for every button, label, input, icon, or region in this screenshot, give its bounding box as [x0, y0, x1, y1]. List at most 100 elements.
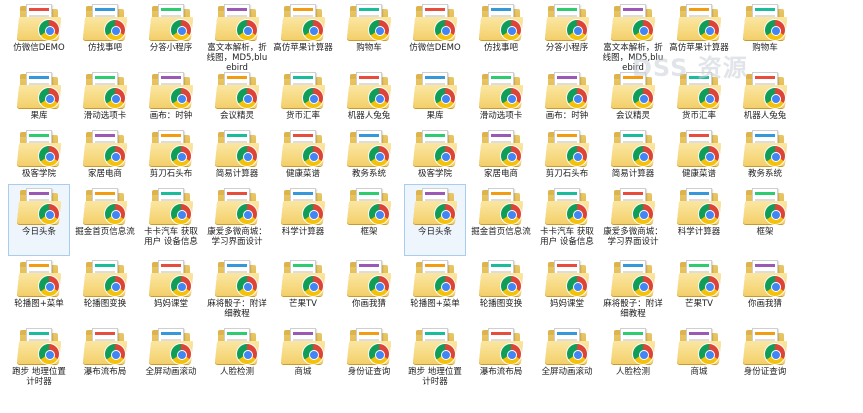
chrome-icon [632, 145, 654, 167]
folder-item[interactable]: 机器人兔兔 [338, 68, 400, 126]
folder-item[interactable]: 会议精灵 [206, 68, 268, 126]
folder-item[interactable]: 康爱多微商城：学习界面设计 [602, 184, 664, 256]
folder-icon [478, 129, 524, 167]
folder-item[interactable]: 麻将骰子：附详细教程 [206, 256, 268, 324]
folder-icon [214, 71, 260, 109]
folder-item[interactable]: 购物车 [338, 0, 400, 68]
folder-icon [610, 187, 656, 225]
folder-item[interactable]: 分答小程序 [536, 0, 598, 68]
folder-label: 掘金首页信息流 [75, 227, 135, 237]
folder-icon [610, 71, 656, 109]
folder-item[interactable]: 货币汇率 [272, 68, 334, 126]
folder-item[interactable]: 身份证查询 [338, 324, 400, 390]
folder-item[interactable]: 芒果TV [272, 256, 334, 324]
folder-item[interactable]: 分答小程序 [140, 0, 202, 68]
folder-item[interactable]: 跑步 地理位置 计时器 [8, 324, 70, 390]
folder-label: 人脸检测 [615, 367, 650, 377]
folder-item[interactable]: 健康菜谱 [668, 126, 730, 184]
folder-icon [346, 259, 392, 297]
folder-icon [82, 187, 128, 225]
folder-item[interactable]: 跑步 地理位置 计时器 [404, 324, 466, 390]
folder-icon [742, 259, 788, 297]
folder-icon [742, 327, 788, 365]
chrome-icon [566, 19, 588, 41]
folder-item[interactable]: 仿微信DEMO [404, 0, 466, 68]
folder-label: 卡卡汽车 获取用户 设备信息 [540, 227, 594, 247]
folder-item[interactable]: 会议精灵 [602, 68, 664, 126]
folder-item[interactable]: 身份证查询 [734, 324, 796, 390]
folder-item[interactable]: 轮播图变换 [470, 256, 532, 324]
folder-item[interactable]: 富文本解析，折线图，MD5,bluebird [206, 0, 268, 73]
folder-label: 剪刀石头布 [545, 169, 589, 179]
folder-item[interactable]: 极客学院 [8, 126, 70, 184]
folder-item[interactable]: 教务系统 [338, 126, 400, 184]
folder-item[interactable]: 商城 [668, 324, 730, 390]
folder-item[interactable]: 瀑布流布局 [74, 324, 136, 390]
folder-item[interactable]: 简易计算器 [602, 126, 664, 184]
chrome-icon [170, 275, 192, 297]
folder-item[interactable]: 滑动选项卡 [74, 68, 136, 126]
folder-item[interactable]: 麻将骰子：附详细教程 [602, 256, 664, 324]
folder-label: 商城 [294, 367, 312, 377]
folder-item[interactable]: 你画我猜 [734, 256, 796, 324]
folder-icon [82, 3, 128, 41]
folder-item[interactable]: 家居电商 [74, 126, 136, 184]
folder-item[interactable]: 妈妈课堂 [536, 256, 598, 324]
folder-item[interactable]: 果库 [404, 68, 466, 126]
folder-item[interactable]: 教务系统 [734, 126, 796, 184]
folder-item[interactable]: 轮播图+菜单 [404, 256, 466, 324]
folder-item[interactable]: 人脸检测 [602, 324, 664, 390]
folder-item[interactable]: 仿微信DEMO [8, 0, 70, 68]
chrome-icon [764, 145, 786, 167]
folder-item[interactable]: 家居电商 [470, 126, 532, 184]
chrome-icon [170, 87, 192, 109]
folder-item[interactable]: 轮播图+菜单 [8, 256, 70, 324]
folder-item[interactable]: 高仿苹果计算器 [272, 0, 334, 68]
folder-item[interactable]: 货币汇率 [668, 68, 730, 126]
folder-item[interactable]: 高仿苹果计算器 [668, 0, 730, 68]
folder-item[interactable]: 人脸检测 [206, 324, 268, 390]
folder-item[interactable]: 机器人兔兔 [734, 68, 796, 126]
folder-item[interactable]: 富文本解析，折线图，MD5,bluebird [602, 0, 664, 73]
folder-item[interactable]: 康爱多微商城：学习界面设计 [206, 184, 268, 256]
folder-item[interactable]: 今日头条 [404, 184, 466, 256]
folder-item[interactable]: 剪刀石头布 [140, 126, 202, 184]
folder-item[interactable]: 商城 [272, 324, 334, 390]
folder-item[interactable]: 掘金首页信息流 [74, 184, 136, 256]
folder-item[interactable]: 滑动选项卡 [470, 68, 532, 126]
folder-item[interactable]: 妈妈课堂 [140, 256, 202, 324]
chrome-icon [500, 203, 522, 225]
chrome-icon [302, 275, 324, 297]
folder-item[interactable]: 框架 [338, 184, 400, 256]
folder-item[interactable]: 轮播图变换 [74, 256, 136, 324]
folder-label: 画布：时钟 [545, 111, 589, 121]
folder-item[interactable]: 画布：时钟 [140, 68, 202, 126]
folder-item[interactable]: 瀑布流布局 [470, 324, 532, 390]
folder-item[interactable]: 科学计算器 [272, 184, 334, 256]
folder-item[interactable]: 全屏动画滚动 [140, 324, 202, 390]
chrome-icon [632, 87, 654, 109]
folder-item[interactable]: 框架 [734, 184, 796, 256]
chrome-icon [38, 343, 60, 365]
folder-item[interactable]: 卡卡汽车 获取用户 设备信息 [536, 184, 598, 256]
folder-item[interactable]: 仿找事吧 [74, 0, 136, 68]
folder-item[interactable]: 果库 [8, 68, 70, 126]
folder-item[interactable]: 芒果TV [668, 256, 730, 324]
chrome-icon [632, 343, 654, 365]
folder-item[interactable]: 简易计算器 [206, 126, 268, 184]
folder-item[interactable]: 剪刀石头布 [536, 126, 598, 184]
folder-item[interactable]: 健康菜谱 [272, 126, 334, 184]
folder-item[interactable]: 仿找事吧 [470, 0, 532, 68]
folder-label: 简易计算器 [215, 169, 259, 179]
folder-item[interactable]: 全屏动画滚动 [536, 324, 598, 390]
folder-item[interactable]: 掘金首页信息流 [470, 184, 532, 256]
folder-item[interactable]: 卡卡汽车 获取用户 设备信息 [140, 184, 202, 256]
folder-item[interactable]: 购物车 [734, 0, 796, 68]
folder-item[interactable]: 今日头条 [8, 184, 70, 256]
folder-label: 极客学院 [417, 169, 452, 179]
folder-item[interactable]: 极客学院 [404, 126, 466, 184]
folder-item[interactable]: 画布：时钟 [536, 68, 598, 126]
folder-label: 仿找事吧 [483, 43, 518, 53]
folder-item[interactable]: 科学计算器 [668, 184, 730, 256]
folder-item[interactable]: 你画我猜 [338, 256, 400, 324]
